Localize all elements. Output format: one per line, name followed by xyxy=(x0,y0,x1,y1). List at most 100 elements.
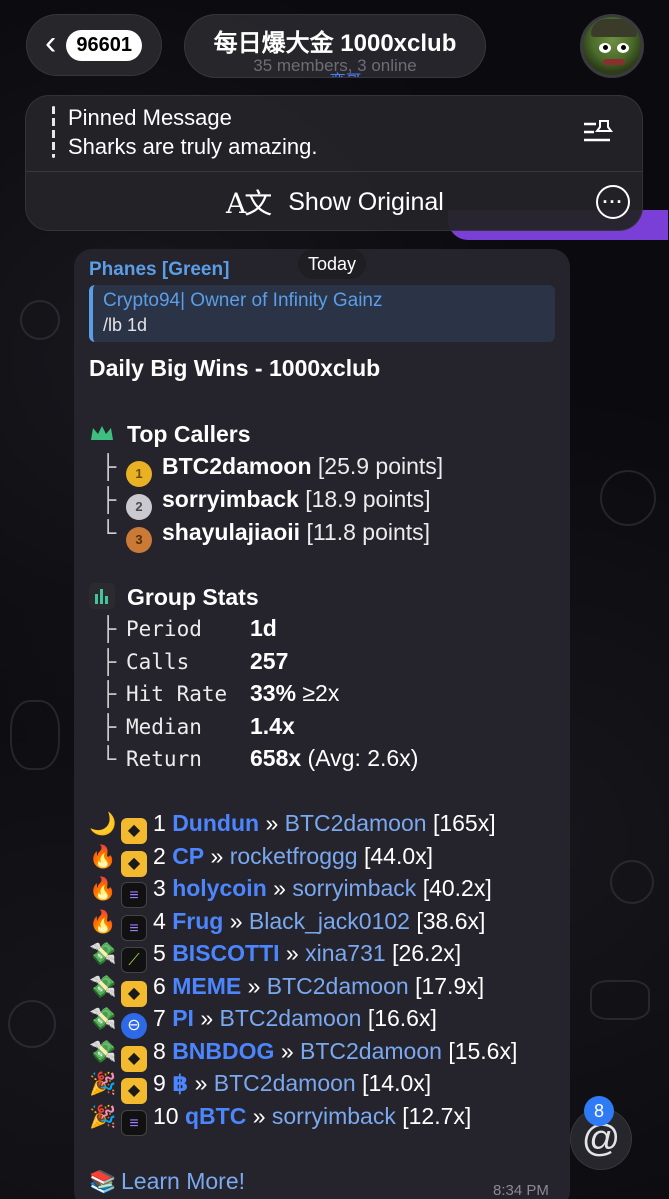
stat-value: 33% xyxy=(250,680,297,706)
win-row: 🎉 ≡ 10 qBTC » sorryimback [12.7x] xyxy=(89,1103,471,1136)
win-row: 💸 ⟋ 5 BISCOTTI » xina731 [26.2x] xyxy=(89,940,461,973)
more-options-icon[interactable]: ··· xyxy=(596,185,630,219)
win-separator: » xyxy=(210,842,224,869)
caller-name[interactable]: shayulajiaoii xyxy=(162,519,300,545)
chart-icon xyxy=(89,583,115,609)
win-caller-link[interactable]: rocketfroggg xyxy=(230,843,358,869)
avatar-eye-right xyxy=(617,43,629,53)
win-separator: » xyxy=(247,972,261,999)
caller-name[interactable]: sorryimback xyxy=(162,486,299,512)
win-multiplier: [38.6x] xyxy=(416,907,486,934)
win-multiplier: [15.6x] xyxy=(448,1037,518,1064)
win-token-link[interactable]: CP xyxy=(172,843,204,869)
win-caller-link[interactable]: Black_jack0102 xyxy=(249,908,410,934)
win-caller-link[interactable]: xina731 xyxy=(305,940,386,966)
chat-title: 每日爆大金 1000xclub xyxy=(213,30,457,57)
pinned-divider xyxy=(26,171,642,172)
win-row: 💸 ⊖ 7 PI » BTC2damoon [16.6x] xyxy=(89,1005,437,1039)
stat-label: Period xyxy=(126,617,202,641)
win-multiplier: [14.0x] xyxy=(362,1070,432,1096)
caller-row: ├ 1 BTC2damoon [25.9 points] xyxy=(100,453,443,487)
rank-emoji-icon: 🔥 xyxy=(89,843,117,869)
caller-name[interactable]: BTC2damoon xyxy=(162,453,312,479)
rank-emoji-icon: 🔥 xyxy=(89,908,117,934)
win-token-link[interactable]: Frug xyxy=(172,908,223,934)
pin-list-icon[interactable] xyxy=(582,118,614,146)
medal-icon: 2 xyxy=(126,494,152,520)
message-sender[interactable]: Phanes [Green] xyxy=(89,259,229,281)
win-separator: » xyxy=(273,875,286,901)
stat-label: Median xyxy=(126,714,202,739)
rank-emoji-icon: 🎉 xyxy=(89,1071,117,1096)
group-avatar[interactable] xyxy=(580,14,644,78)
stat-row: ├ Period 1d xyxy=(100,615,277,642)
win-multiplier: [17.9x] xyxy=(415,972,485,999)
medal-icon: 1 xyxy=(126,461,152,487)
caller-row: └ 3 shayulajiaoii [11.8 points] xyxy=(100,519,430,553)
win-multiplier: [165x] xyxy=(432,810,496,836)
win-token-link[interactable]: BNBDOG xyxy=(172,1038,274,1064)
reply-author: Crypto94| Owner of Infinity Gainz xyxy=(103,290,383,311)
win-caller-link[interactable]: BTC2damoon xyxy=(214,1070,356,1096)
win-rank: 8 xyxy=(153,1037,166,1064)
pinned-message-panel[interactable]: Pinned Message Sharks are truly amazing.… xyxy=(25,95,643,231)
chevron-left-icon: ‹ xyxy=(45,24,57,62)
books-icon: 📚 xyxy=(89,1169,117,1194)
rank-emoji-icon: 💸 xyxy=(89,973,117,999)
back-button[interactable]: ‹ 96601 xyxy=(26,14,162,76)
win-separator: » xyxy=(280,1037,294,1064)
rank-emoji-icon: 🌙 xyxy=(89,811,117,836)
leaf-chain-icon: ⟋ xyxy=(121,947,147,973)
win-caller-link[interactable]: sorryimback xyxy=(292,875,416,901)
stat-row: ├ Hit Rate 33% ≥2x xyxy=(100,680,339,707)
win-token-link[interactable]: ฿ xyxy=(172,1070,188,1096)
win-token-link[interactable]: Dundun xyxy=(172,810,259,836)
stat-label: Return xyxy=(126,747,202,771)
rank-emoji-icon: 🔥 xyxy=(89,876,117,901)
win-token-link[interactable]: qBTC xyxy=(185,1103,246,1129)
pi-chain-icon: ⊖ xyxy=(121,1013,147,1039)
reply-quote[interactable]: Crypto94| Owner of Infinity Gainz /lb 1d xyxy=(89,285,555,342)
avatar-eye-left xyxy=(599,43,611,53)
stat-label: Calls xyxy=(126,649,190,674)
learn-more-link[interactable]: Learn More! xyxy=(121,1168,245,1194)
win-separator: » xyxy=(200,1005,214,1031)
win-separator: » xyxy=(285,940,299,966)
learn-more-row: 📚 Learn More! xyxy=(89,1168,245,1195)
win-caller-link[interactable]: sorryimback xyxy=(272,1103,396,1129)
win-token-link[interactable]: BISCOTTI xyxy=(172,940,279,966)
win-caller-link[interactable]: BTC2damoon xyxy=(300,1038,442,1064)
stat-extra: (Avg: 2.6x) xyxy=(301,745,419,771)
stat-value: 257 xyxy=(250,647,289,674)
win-token-link[interactable]: holycoin xyxy=(172,875,267,901)
win-multiplier: [40.2x] xyxy=(422,875,492,901)
stat-value: 658x xyxy=(250,745,302,771)
win-caller-link[interactable]: BTC2damoon xyxy=(285,810,427,836)
win-caller-link[interactable]: BTC2damoon xyxy=(220,1005,362,1031)
bnb-chain-icon: ◆ xyxy=(121,1078,147,1104)
win-separator: » xyxy=(194,1070,208,1096)
unread-count-badge: 96601 xyxy=(66,29,142,61)
win-token-link[interactable]: PI xyxy=(172,1005,194,1031)
win-caller-link[interactable]: BTC2damoon xyxy=(267,973,409,999)
message-time: 8:34 PM xyxy=(493,1182,549,1199)
show-original-button[interactable]: A文 Show Original xyxy=(226,180,444,224)
rank-emoji-icon: 💸 xyxy=(89,941,117,966)
rank-emoji-icon: 💸 xyxy=(89,1038,117,1064)
win-row: 🎉 ◆ 9 ฿ » BTC2damoon [14.0x] xyxy=(89,1070,431,1104)
win-separator: » xyxy=(229,907,243,934)
group-stats-heading: Group Stats xyxy=(89,583,259,611)
tree-connector: ├ xyxy=(100,712,117,739)
tree-connector: ├ xyxy=(100,453,117,479)
top-callers-heading: Top Callers xyxy=(89,421,251,448)
sol-chain-icon: ≡ xyxy=(121,882,147,908)
win-token-link[interactable]: MEME xyxy=(172,973,241,999)
chat-title-button[interactable]: 每日爆大金 1000xclub 35 members, 3 online •••… xyxy=(184,14,486,78)
tree-connector: └ xyxy=(100,745,117,771)
tree-connector: ├ xyxy=(100,647,117,674)
win-separator: » xyxy=(252,1102,266,1129)
reply-text: /lb 1d xyxy=(103,315,148,335)
pinned-text: Sharks are truly amazing. xyxy=(68,134,318,159)
bnb-chain-icon: ◆ xyxy=(121,818,147,844)
avatar-mouth xyxy=(603,59,625,65)
